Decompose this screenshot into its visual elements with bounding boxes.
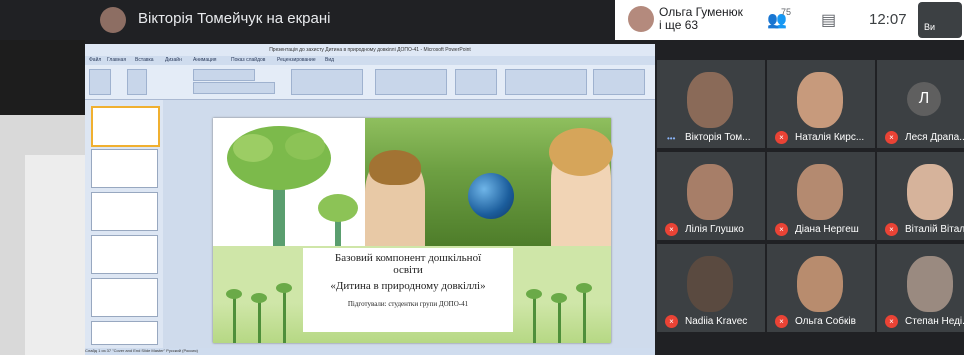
ppt-ribbon-tabs: Файл Главная Вставка Дизайн Анимация Пок…: [85, 56, 655, 65]
shapes-gallery[interactable]: [375, 69, 447, 95]
tab-design[interactable]: Дизайн: [165, 57, 182, 63]
participant-tile[interactable]: × Nadiia Kravec: [657, 244, 765, 332]
tab-home[interactable]: Главная: [107, 57, 126, 63]
slide-title-line3: «Дитина в природному довкіллі»: [330, 280, 486, 292]
participant-tile[interactable]: × Лілія Глушко: [657, 152, 765, 240]
slide-thumbnail[interactable]: [91, 321, 158, 345]
slide-thumbnail[interactable]: [91, 149, 158, 188]
participant-name: Ольга Собків: [795, 316, 856, 327]
mic-off-icon: ×: [885, 223, 898, 236]
participant-name: Діана Нергеш: [795, 224, 859, 235]
participant-count: 75: [781, 7, 792, 17]
participant-name: Наталія Кирс...: [795, 132, 865, 143]
mic-off-icon: ×: [665, 223, 678, 236]
participant-name: Віталій Вітал...: [905, 224, 964, 235]
font-selector[interactable]: [193, 69, 255, 81]
tab-animation[interactable]: Анимация: [193, 57, 216, 63]
presenter-label: Вікторія Томейчук на екрані: [138, 10, 331, 27]
new-slide-button[interactable]: [127, 69, 147, 95]
slide-thumbnail[interactable]: [91, 235, 158, 274]
mic-off-icon: ×: [885, 315, 898, 328]
chat-icon[interactable]: ▤: [821, 10, 836, 30]
speaker-others: і ще 63: [659, 18, 699, 32]
tab-review[interactable]: Рецензирование: [277, 57, 316, 63]
child-right-hair: [549, 128, 613, 176]
slide-photo: [365, 118, 613, 246]
self-view-tile[interactable]: Ви: [918, 2, 962, 38]
participant-tile[interactable]: × Діана Нергеш: [767, 152, 875, 240]
participant-grid: ••• Вікторія Том... × Наталія Кирс... Л …: [657, 60, 964, 355]
participant-tile[interactable]: × Віталій Вітал...: [877, 152, 964, 240]
paragraph-buttons[interactable]: [291, 69, 363, 95]
self-label: Ви: [924, 22, 936, 32]
tree-illustration: [213, 118, 365, 246]
participant-video: [907, 164, 953, 220]
presenter-avatar: [100, 7, 126, 33]
participant-tile[interactable]: ••• Вікторія Том...: [657, 60, 765, 148]
participant-video: [797, 72, 843, 128]
participant-video: [687, 72, 733, 128]
mic-off-icon: ×: [775, 131, 788, 144]
tab-file[interactable]: Файл: [89, 57, 101, 63]
font-format-buttons[interactable]: [193, 82, 275, 94]
child-right: [549, 128, 613, 246]
speaker-avatar: [628, 6, 654, 32]
mic-off-icon: ×: [665, 315, 678, 328]
participant-video: [687, 256, 733, 312]
slide-title-line2: освіти: [393, 264, 423, 276]
tab-view[interactable]: Вид: [325, 57, 334, 63]
participant-avatar: Л: [907, 82, 941, 116]
participant-name: Леся Драпа...: [905, 132, 964, 143]
participant-name: Степан Неді...: [905, 316, 964, 327]
slide-thumbnail[interactable]: [91, 192, 158, 231]
tab-slideshow[interactable]: Показ слайдов: [231, 57, 265, 63]
powerpoint-window: Презентація до захисту Дитина в природно…: [85, 44, 655, 355]
shape-styles[interactable]: [505, 69, 587, 95]
participant-video: [797, 164, 843, 220]
ppt-status-bar: Слайд 1 из 37 "Cover and End Slide Maste…: [85, 348, 655, 355]
participant-tile[interactable]: × Степан Неді...: [877, 244, 964, 332]
participant-video: [907, 256, 953, 312]
slide-thumbnail[interactable]: [91, 106, 160, 147]
paste-button[interactable]: [89, 69, 111, 95]
child-left-hair: [369, 150, 421, 185]
ppt-ribbon: [85, 65, 655, 100]
participant-tile[interactable]: Л × Леся Драпа...: [877, 60, 964, 148]
participant-name: Лілія Глушко: [685, 224, 744, 235]
participant-video: [687, 164, 733, 220]
participant-name: Nadiia Kravec: [685, 316, 748, 327]
speaker-info: Ольга Гуменюк і ще 63: [659, 6, 743, 32]
clock: 12:07: [869, 11, 907, 28]
globe-icon: [468, 173, 514, 219]
mic-off-icon: ×: [775, 223, 788, 236]
background-light-area: [25, 155, 85, 355]
current-slide[interactable]: Базовий компонент дошкільної освіти «Дит…: [213, 118, 613, 343]
participant-name: Вікторія Том...: [685, 132, 751, 143]
participant-video: [797, 256, 843, 312]
participant-tile[interactable]: × Наталія Кирс...: [767, 60, 875, 148]
background-dark-area: [0, 40, 85, 115]
tab-insert[interactable]: Вставка: [135, 57, 154, 63]
background-window: [0, 40, 85, 355]
speaking-indicator-icon: •••: [667, 134, 676, 143]
ppt-title-bar: Презентація до захисту Дитина в природно…: [85, 44, 655, 56]
slide-title-line1: Базовий компонент дошкільної: [334, 252, 482, 264]
editing-buttons[interactable]: [593, 69, 645, 95]
mic-off-icon: ×: [885, 131, 898, 144]
meeting-header: Ольга Гуменюк і ще 63 👥 75 ▤ 12:07 Ви: [615, 0, 964, 40]
arrange-button[interactable]: [455, 69, 497, 95]
slide-thumbnails: [85, 100, 164, 348]
slide-thumbnail[interactable]: [91, 278, 158, 317]
child-left: [365, 150, 425, 246]
participant-tile[interactable]: × Ольга Собків: [767, 244, 875, 332]
slide-title-box[interactable]: Базовий компонент дошкільної освіти «Дит…: [303, 248, 513, 332]
mic-off-icon: ×: [775, 315, 788, 328]
slide-editor: Базовий компонент дошкільної освіти «Дит…: [163, 100, 655, 348]
slide-subtitle: Підготували: студентки групи ДОПО-41: [347, 300, 469, 308]
